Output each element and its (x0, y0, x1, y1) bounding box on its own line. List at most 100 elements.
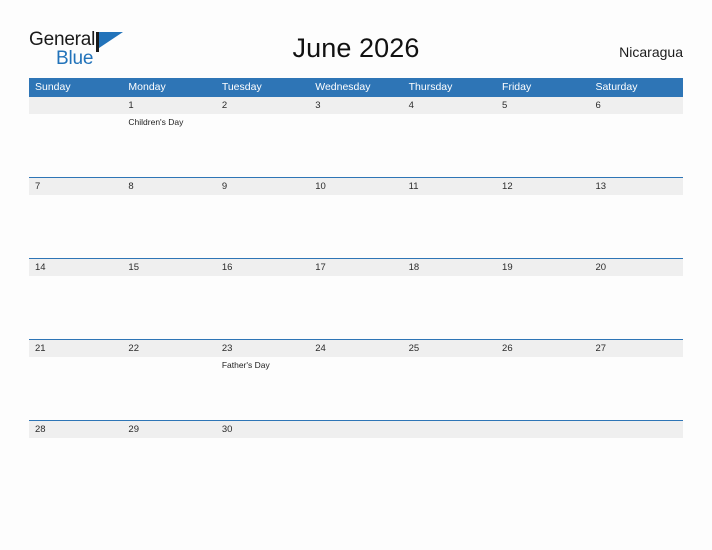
page-title: June 2026 (292, 33, 420, 63)
day-cell[interactable] (589, 276, 682, 339)
calendar-week-row: 14 15 16 17 18 19 20 (29, 258, 683, 339)
event-row (29, 276, 683, 339)
date-number-row: 28 29 30 (29, 421, 683, 438)
day-cell[interactable] (122, 276, 215, 339)
day-cell[interactable] (589, 438, 682, 458)
calendar-week-row: 1 2 3 4 5 6 Children's Day (29, 96, 683, 177)
date-number[interactable]: 6 (589, 97, 682, 114)
day-cell[interactable] (496, 195, 589, 258)
date-number-row: 7 8 9 10 11 12 13 (29, 178, 683, 195)
day-cell[interactable] (309, 195, 402, 258)
date-number[interactable] (309, 421, 402, 438)
day-cell[interactable] (403, 357, 496, 420)
calendar-week-row: 28 29 30 (29, 420, 683, 458)
date-number[interactable]: 27 (589, 340, 682, 357)
day-cell[interactable] (496, 357, 589, 420)
date-number[interactable]: 18 (403, 259, 496, 276)
day-cell[interactable] (496, 438, 589, 458)
date-number[interactable]: 29 (122, 421, 215, 438)
date-number[interactable]: 13 (589, 178, 682, 195)
calendar-table: Sunday Monday Tuesday Wednesday Thursday… (29, 78, 683, 458)
day-cell[interactable] (589, 195, 682, 258)
day-cell[interactable] (309, 357, 402, 420)
date-number[interactable] (403, 421, 496, 438)
event-row (29, 438, 683, 458)
date-number[interactable]: 30 (216, 421, 309, 438)
day-cell[interactable] (403, 114, 496, 177)
date-number-row: 21 22 23 24 25 26 27 (29, 340, 683, 357)
date-number[interactable]: 22 (122, 340, 215, 357)
date-number[interactable]: 19 (496, 259, 589, 276)
date-number[interactable]: 2 (216, 97, 309, 114)
date-number[interactable]: 12 (496, 178, 589, 195)
date-number[interactable]: 5 (496, 97, 589, 114)
date-number[interactable] (496, 421, 589, 438)
weekday-header-thursday: Thursday (408, 81, 453, 93)
date-number[interactable]: 15 (122, 259, 215, 276)
day-cell[interactable] (309, 276, 402, 339)
day-cell[interactable] (216, 438, 309, 458)
day-cell[interactable] (496, 114, 589, 177)
day-cell[interactable] (29, 114, 122, 177)
calendar-week-row: 21 22 23 24 25 26 27 Father's Day (29, 339, 683, 420)
day-cell[interactable] (29, 438, 122, 458)
calendar-page: General Blue June 2026 Nicaragua Sunday … (0, 0, 712, 550)
day-cell[interactable] (122, 195, 215, 258)
weekday-header-tuesday: Tuesday (221, 81, 262, 93)
day-cell[interactable] (122, 357, 215, 420)
day-cell[interactable]: Children's Day (122, 114, 215, 177)
day-cell[interactable] (216, 114, 309, 177)
day-cell[interactable] (216, 195, 309, 258)
day-cell[interactable] (496, 276, 589, 339)
date-number[interactable]: 14 (29, 259, 122, 276)
date-number[interactable] (29, 97, 122, 114)
weekday-header-friday: Friday (502, 81, 532, 93)
day-cell[interactable]: Father's Day (216, 357, 309, 420)
day-cell[interactable] (403, 276, 496, 339)
date-number[interactable]: 16 (216, 259, 309, 276)
event-row: Children's Day (29, 114, 683, 177)
event-label: Children's Day (128, 117, 184, 127)
event-row (29, 195, 683, 258)
weekday-header-saturday: Saturday (595, 81, 638, 93)
day-cell[interactable] (216, 276, 309, 339)
weekday-header-monday: Monday (128, 81, 166, 93)
weekday-header-sunday: Sunday (35, 81, 71, 93)
day-cell[interactable] (29, 357, 122, 420)
day-cell[interactable] (589, 114, 682, 177)
date-number[interactable]: 20 (589, 259, 682, 276)
date-number-row: 1 2 3 4 5 6 (29, 97, 683, 114)
date-number[interactable]: 3 (309, 97, 402, 114)
day-cell[interactable] (29, 195, 122, 258)
date-number[interactable]: 26 (496, 340, 589, 357)
date-number[interactable]: 11 (403, 178, 496, 195)
date-number[interactable]: 24 (309, 340, 402, 357)
date-number[interactable]: 10 (309, 178, 402, 195)
date-number[interactable] (589, 421, 682, 438)
day-cell[interactable] (29, 276, 122, 339)
country-label: Nicaragua (619, 44, 683, 60)
date-number[interactable]: 8 (122, 178, 215, 195)
weekday-header-row: Sunday Monday Tuesday Wednesday Thursday… (29, 78, 683, 96)
day-cell[interactable] (403, 438, 496, 458)
day-cell[interactable] (589, 357, 682, 420)
date-number[interactable]: 17 (309, 259, 402, 276)
day-cell[interactable] (122, 438, 215, 458)
event-label: Father's Day (221, 360, 270, 370)
date-number[interactable]: 9 (216, 178, 309, 195)
event-row: Father's Day (29, 357, 683, 420)
day-cell[interactable] (309, 114, 402, 177)
day-cell[interactable] (403, 195, 496, 258)
date-number[interactable]: 1 (122, 97, 215, 114)
date-number-row: 14 15 16 17 18 19 20 (29, 259, 683, 276)
date-number[interactable]: 25 (403, 340, 496, 357)
weekday-header-wednesday: Wednesday (315, 81, 371, 93)
day-cell[interactable] (309, 438, 402, 458)
date-number[interactable]: 21 (29, 340, 122, 357)
calendar-week-row: 7 8 9 10 11 12 13 (29, 177, 683, 258)
date-number[interactable]: 28 (29, 421, 122, 438)
date-number[interactable]: 4 (403, 97, 496, 114)
date-number[interactable]: 7 (29, 178, 122, 195)
page-header: General Blue June 2026 Nicaragua (0, 0, 712, 76)
date-number[interactable]: 23 (216, 340, 309, 357)
